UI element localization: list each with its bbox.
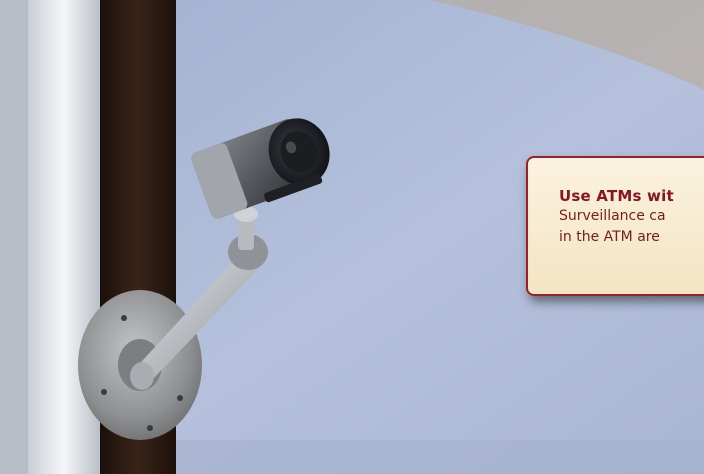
callout-body-line-2: in the ATM are: [559, 229, 660, 245]
callout-body-line-1: Surveillance ca: [559, 208, 666, 224]
image-frame: Use ATMs wit Surveillance ca in the ATM …: [0, 0, 704, 474]
atm-safety-callout: Use ATMs wit Surveillance ca in the ATM …: [526, 156, 704, 296]
callout-title: Use ATMs wit: [559, 187, 674, 205]
